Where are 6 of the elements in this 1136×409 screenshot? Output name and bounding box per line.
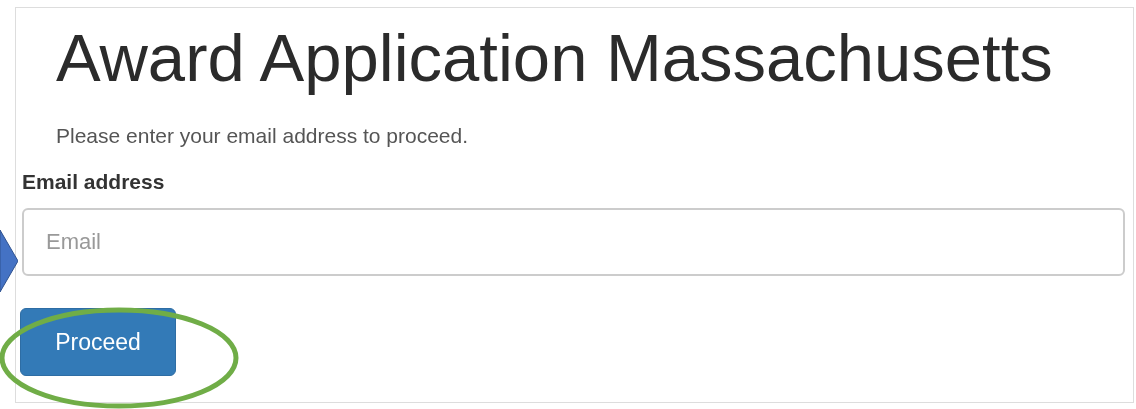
email-field[interactable]: Email [22,208,1125,276]
proceed-button[interactable]: Proceed [20,308,176,376]
pointer-arrow-icon [0,230,18,292]
page-title: Award Application Massachusetts [56,19,1054,97]
intro-text: Please enter your email address to proceed. [56,123,470,149]
email-label: Email address [22,169,166,195]
